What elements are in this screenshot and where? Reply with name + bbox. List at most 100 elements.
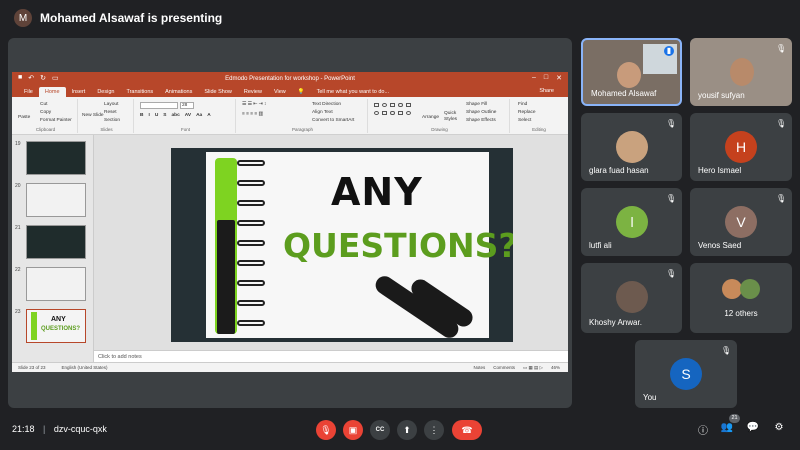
participant-video: [730, 58, 754, 86]
participant-tile[interactable]: 🎙 glara fuad hasan: [581, 113, 682, 181]
tab-review: Review: [243, 89, 262, 95]
captions-button[interactable]: CC: [370, 420, 390, 440]
mic-toggle-button[interactable]: 🎙: [316, 420, 336, 440]
tab-home: Home: [38, 87, 66, 97]
shape-icon: [382, 103, 387, 107]
layout-button: Layout: [104, 102, 119, 107]
mic-off-icon: 🎙: [320, 424, 332, 435]
font-label: Font: [180, 127, 190, 132]
others-count: 12 others: [724, 309, 758, 318]
drawing-group: Arrange Quick Styles Shape Fill Shape Ou…: [370, 99, 510, 133]
font-size-box: 28: [180, 102, 194, 109]
participant-name: Venos Saed: [698, 241, 742, 250]
current-slide: ANY QUESTIONS?: [171, 148, 513, 342]
participant-tile[interactable]: 🎙 yousif sufyan: [690, 38, 792, 106]
spiral-ring: [237, 200, 265, 206]
status-right: Notes Comments ▭ ▦ ▤ ▷ 46%: [473, 365, 560, 371]
minimize-icon: –: [531, 74, 536, 81]
shape-icon: [406, 111, 411, 115]
more-options-button[interactable]: ⋮: [424, 420, 444, 440]
leave-call-button[interactable]: ☎: [452, 420, 482, 440]
paragraph-label: Paragraph: [291, 127, 313, 132]
thumb-number: 23: [15, 309, 21, 315]
zoom-level: 46%: [550, 364, 560, 370]
meeting-controls-bar: 21:18 | dzv-cquc-qxk 🎙 ▣ CC ⬆ ⋮ ☎ ⓘ 👥 21…: [0, 412, 800, 450]
copy-button: Copy: [40, 110, 52, 115]
font-group: 28 B I U S abc AV Aa A Font: [136, 99, 236, 133]
participant-name: Mohamed Alsawaf: [591, 89, 657, 98]
select-button: Select: [518, 118, 532, 123]
shape-icon: [406, 103, 411, 107]
editing-group: Find Replace Select Editing: [512, 99, 566, 133]
align-icons: ≡ ≡ ≡ ≡ ▥: [242, 112, 264, 117]
shape-icon: [390, 111, 395, 115]
tab-view: View: [273, 89, 286, 95]
participants-button[interactable]: 👥: [720, 422, 734, 436]
avatar: [722, 279, 742, 299]
convert-smartart-button: Convert to SmartArt: [312, 118, 355, 123]
present-button[interactable]: ⬆: [397, 420, 417, 440]
paragraph-group: ☰ ☰ ⇤ ⇥ ↕ ≡ ≡ ≡ ≡ ▥ Text Direction Align…: [238, 99, 368, 133]
mic-off-icon: 🎙: [666, 119, 677, 128]
ppt-ribbon: Paste Cut Copy Format Painter Clipboard …: [12, 97, 568, 135]
participant-tile[interactable]: V 🎙 Venos Saed: [690, 188, 792, 256]
presenter-avatar: M: [14, 9, 32, 27]
shape-effects-button: Shape Effects: [466, 118, 496, 123]
avatar: [740, 279, 760, 299]
spiral-ring: [237, 220, 265, 226]
slides-label: Slides: [100, 127, 113, 132]
mic-off-icon: 🎙: [666, 269, 677, 278]
participant-tile[interactable]: l 🎙 lutfi ali: [581, 188, 682, 256]
thumb-number: 21: [15, 225, 21, 231]
participant-video: [617, 62, 641, 88]
strikethrough-button: abc: [171, 113, 180, 118]
align-text-button: Align Text: [312, 110, 333, 115]
spiral-ring: [237, 300, 265, 306]
participant-name: glara fuad hasan: [589, 166, 649, 175]
thumb-text-questions: QUESTIONS?: [41, 326, 81, 332]
chat-icon: 💬: [746, 422, 760, 433]
slides-group: New Slide Layout Reset Section Slides: [80, 99, 134, 133]
spiral-ring: [237, 240, 265, 246]
participant-tile[interactable]: H 🎙 Hero Ismael: [690, 113, 792, 181]
shape-icon: [374, 111, 379, 115]
tab-insert: Insert: [71, 89, 86, 95]
hangup-icon: ☎: [461, 424, 473, 435]
spiral-ring: [237, 160, 265, 166]
tab-slide-show: Slide Show: [204, 89, 232, 95]
ppt-titlebar: ■ ↶ ↻ ▭ Edmodo Presentation for workshop…: [12, 72, 568, 86]
speaking-indicator-icon: ▮: [664, 46, 674, 56]
notes-toggle: Notes: [473, 364, 486, 370]
chat-button[interactable]: 💬: [746, 422, 760, 436]
mic-off-icon: 🎙: [666, 194, 677, 203]
participant-name: Hero Ismael: [698, 166, 742, 175]
ppt-status-bar: Slide 23 of 23 English (United States) N…: [12, 362, 568, 372]
others-tile[interactable]: 12 others: [690, 263, 792, 333]
camera-toggle-button[interactable]: ▣: [343, 420, 363, 440]
self-tile[interactable]: S 🎙 You: [635, 340, 737, 408]
language-indicator: English (United States): [61, 365, 108, 370]
activities-button[interactable]: ⚙: [772, 422, 786, 436]
tab-design: Design: [97, 89, 115, 95]
avatar: V: [725, 206, 757, 238]
quick-access-toolbar: ■ ↶ ↻ ▭: [18, 74, 59, 82]
captions-icon: CC: [375, 427, 385, 433]
separator: |: [43, 424, 46, 434]
spiral-ring: [237, 180, 265, 186]
editing-label: Editing: [532, 127, 546, 132]
presenter-text: Mohamed Alsawaf is presenting: [40, 11, 223, 25]
section-button: Section: [104, 118, 120, 123]
participant-tile[interactable]: ▮ Mohamed Alsawaf: [581, 38, 682, 106]
meeting-code: dzv-cquc-qxk: [53, 424, 107, 434]
participant-name: Khoshy Anwar.: [589, 318, 642, 327]
slide-text-any: ANY: [331, 170, 423, 214]
thumb-number: 19: [15, 141, 21, 147]
people-icon: 👥: [720, 422, 734, 433]
slide-thumbnail: [26, 141, 86, 175]
participant-tile[interactable]: 🎙 Khoshy Anwar.: [581, 263, 682, 333]
ppt-ribbon-tabs: File Home Insert Design Transitions Anim…: [12, 86, 568, 97]
meeting-info-button[interactable]: ⓘ: [696, 422, 710, 437]
marker-cap: [217, 220, 235, 334]
mic-off-icon: 🎙: [721, 346, 732, 355]
shape-icon: [398, 103, 403, 107]
